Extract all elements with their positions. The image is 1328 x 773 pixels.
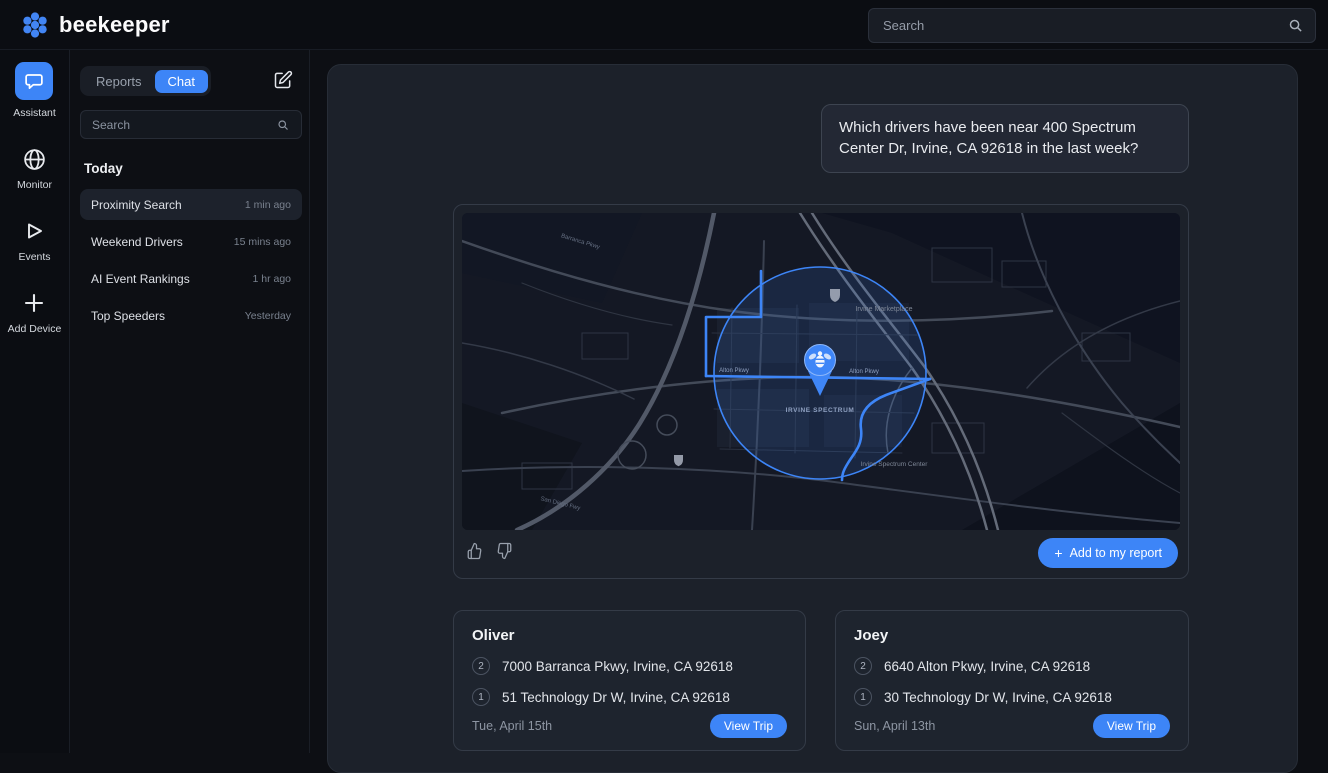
conversation-title: Proximity Search	[91, 198, 182, 212]
conversation-item[interactable]: AI Event Rankings 1 hr ago	[80, 263, 302, 294]
map-label-alton-left: Alton Pkwy	[719, 368, 749, 374]
reports-chat-toggle: Reports Chat	[80, 66, 211, 96]
nav-item-monitor[interactable]: Monitor	[17, 146, 52, 191]
search-icon	[1288, 18, 1303, 33]
app-logo[interactable]: beekeeper	[0, 10, 170, 40]
driver-name: Oliver	[472, 627, 787, 644]
plus-icon: +	[1054, 545, 1062, 561]
stop-row: 1 30 Technology Dr W, Irvine, CA 92618	[854, 688, 1170, 706]
tab-reports[interactable]: Reports	[83, 70, 155, 93]
history-search	[80, 110, 302, 139]
search-icon	[277, 119, 289, 131]
conversation-title: Weekend Drivers	[91, 235, 183, 249]
map-label-irvine-spectrum: IRVINE SPECTRUM	[786, 407, 855, 414]
stop-count-badge: 2	[472, 657, 490, 675]
chat-thread-card: Which drivers have been near 400 Spectru…	[327, 64, 1298, 773]
stop-count-badge: 2	[854, 657, 872, 675]
nav-label: Add Device	[8, 323, 62, 335]
stop-row: 2 6640 Alton Pkwy, Irvine, CA 92618	[854, 657, 1170, 675]
response-footer: + Add to my report	[454, 530, 1188, 578]
nav-item-add-device[interactable]: Add Device	[8, 290, 62, 335]
thumbs-up-icon[interactable]	[466, 542, 484, 560]
top-bar: beekeeper	[0, 0, 1328, 50]
globe-icon	[21, 146, 47, 172]
conversation-list: Proximity Search 1 min ago Weekend Drive…	[80, 189, 302, 337]
driver-card-joey: Joey 2 6640 Alton Pkwy, Irvine, CA 92618…	[835, 610, 1189, 751]
driver-card-oliver: Oliver 2 7000 Barranca Pkwy, Irvine, CA …	[453, 610, 806, 751]
driver-name: Joey	[854, 627, 1170, 644]
stop-row: 1 51 Technology Dr W, Irvine, CA 92618	[472, 688, 787, 706]
map-label-alton-right: Alton Pkwy	[849, 369, 879, 375]
stop-count-badge: 1	[472, 688, 490, 706]
assistant-response-card: Irvine Marketplace IRVINE SPECTRUM Irvin…	[453, 204, 1189, 579]
chat-bubble-icon	[15, 62, 53, 100]
thumbs-down-icon[interactable]	[495, 542, 513, 560]
nav-item-assistant[interactable]: Assistant	[13, 62, 56, 119]
trip-date: Sun, April 13th	[854, 719, 935, 733]
stop-address: 6640 Alton Pkwy, Irvine, CA 92618	[884, 659, 1090, 674]
history-search-input[interactable]	[81, 118, 277, 132]
conversation-time: 1 min ago	[245, 199, 291, 211]
play-icon	[21, 218, 47, 244]
conversation-item[interactable]: Proximity Search 1 min ago	[80, 189, 302, 220]
nav-label: Monitor	[17, 179, 52, 191]
tab-chat[interactable]: Chat	[155, 70, 208, 93]
conversation-time: Yesterday	[245, 310, 291, 322]
conversation-title: AI Event Rankings	[91, 272, 190, 286]
add-to-report-label: Add to my report	[1070, 546, 1162, 560]
global-search	[868, 8, 1316, 43]
trip-date: Tue, April 15th	[472, 719, 552, 733]
beekeeper-dots-icon	[20, 10, 50, 40]
user-message-bubble: Which drivers have been near 400 Spectru…	[821, 104, 1189, 173]
view-trip-button[interactable]: View Trip	[710, 714, 787, 738]
conversation-item[interactable]: Weekend Drivers 15 mins ago	[80, 226, 302, 257]
main-area: Which drivers have been near 400 Spectru…	[310, 50, 1328, 753]
conversation-item[interactable]: Top Speeders Yesterday	[80, 300, 302, 331]
app-name: beekeeper	[59, 12, 170, 38]
nav-label: Assistant	[13, 107, 56, 119]
stop-address: 30 Technology Dr W, Irvine, CA 92618	[884, 690, 1112, 705]
global-search-input[interactable]	[869, 18, 1288, 33]
conversation-time: 1 hr ago	[252, 273, 291, 285]
plus-icon	[21, 290, 47, 316]
stop-address: 51 Technology Dr W, Irvine, CA 92618	[502, 690, 730, 705]
new-chat-icon[interactable]	[273, 70, 293, 90]
map-label-spectrum-center: Irvine Spectrum Center	[861, 461, 929, 468]
stop-row: 2 7000 Barranca Pkwy, Irvine, CA 92618	[472, 657, 787, 675]
conversation-time: 15 mins ago	[234, 236, 291, 248]
conversation-title: Top Speeders	[91, 309, 165, 323]
nav-rail: Assistant Monitor Events Add Device	[0, 50, 70, 753]
section-heading-today: Today	[84, 161, 123, 176]
stop-count-badge: 1	[854, 688, 872, 706]
map-label-marketplace: Irvine Marketplace	[855, 306, 912, 313]
proximity-map[interactable]: Irvine Marketplace IRVINE SPECTRUM Irvin…	[462, 213, 1180, 530]
nav-item-events[interactable]: Events	[18, 218, 50, 263]
history-panel: Reports Chat Today Proximity Search 1 mi…	[70, 50, 310, 753]
stop-address: 7000 Barranca Pkwy, Irvine, CA 92618	[502, 659, 733, 674]
nav-label: Events	[18, 251, 50, 263]
view-trip-button[interactable]: View Trip	[1093, 714, 1170, 738]
add-to-report-button[interactable]: + Add to my report	[1038, 538, 1178, 568]
